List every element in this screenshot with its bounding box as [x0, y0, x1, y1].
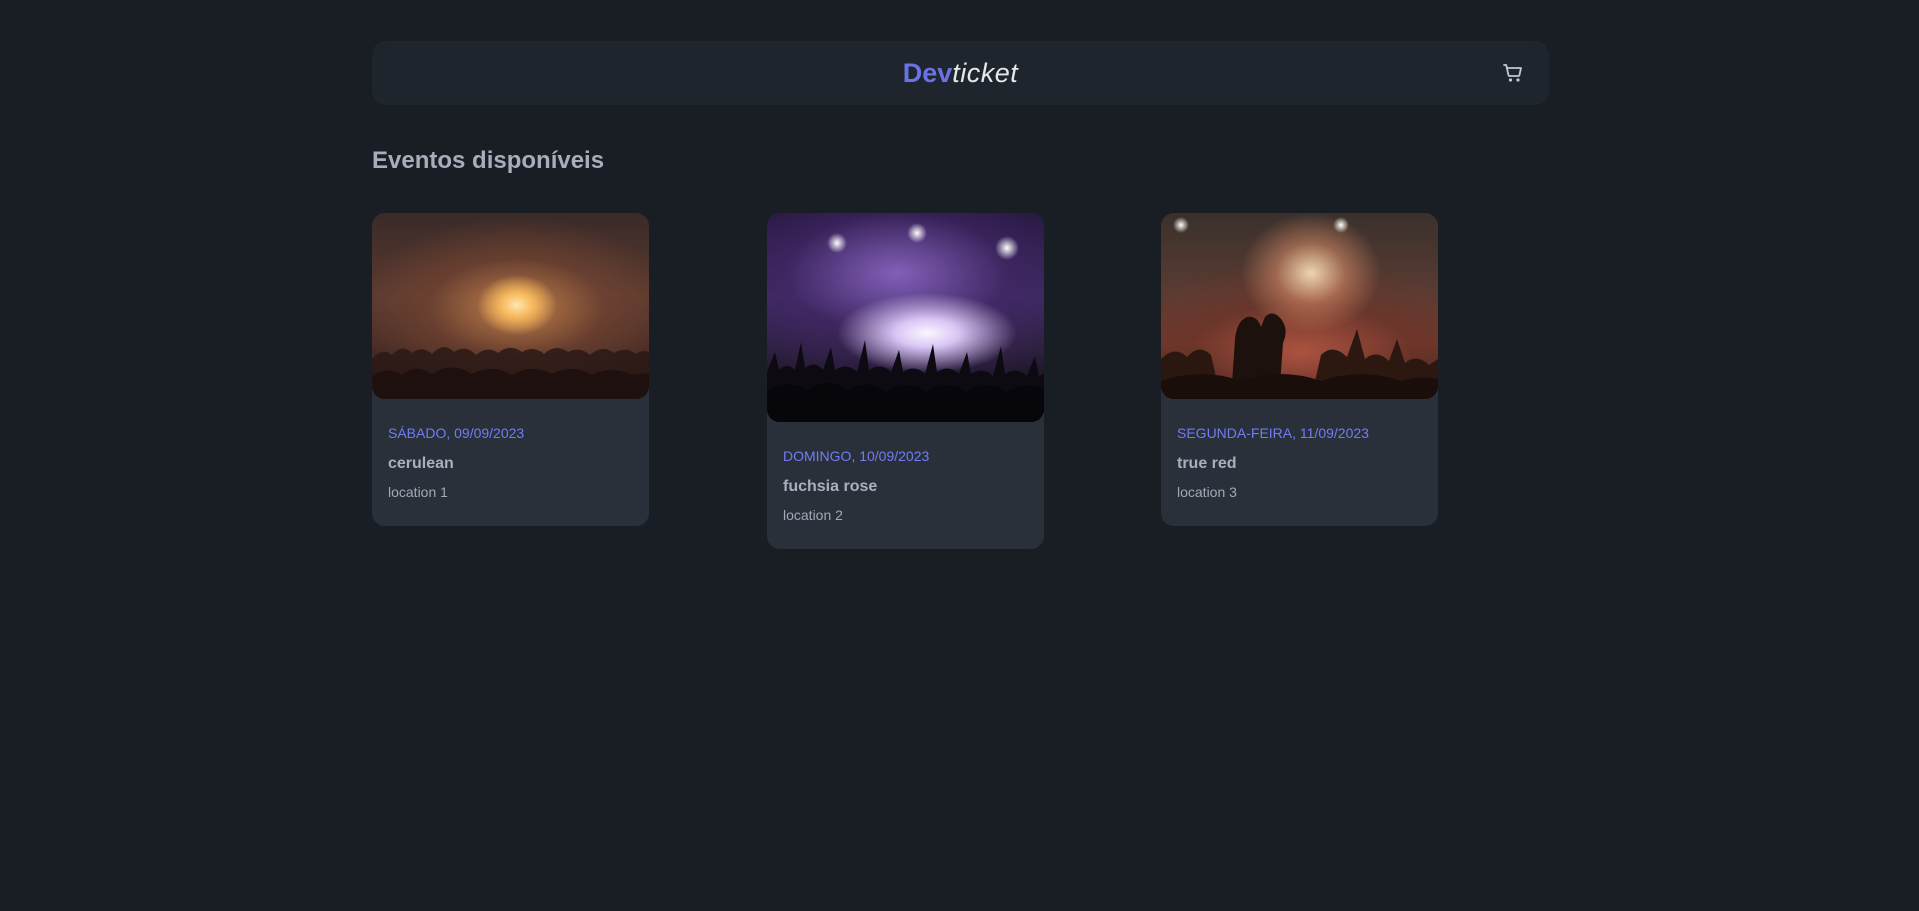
- logo-dev-text: Dev: [902, 58, 953, 88]
- event-card-body: SEGUNDA-FEIRA, 11/09/2023 true red locat…: [1161, 425, 1438, 500]
- top-navbar: Devticket: [372, 41, 1549, 105]
- event-location: location 3: [1177, 484, 1237, 500]
- event-date: SEGUNDA-FEIRA, 11/09/2023: [1177, 425, 1369, 441]
- event-card[interactable]: DOMINGO, 10/09/2023 fuchsia rose locatio…: [767, 213, 1044, 549]
- event-image: [1161, 213, 1438, 399]
- event-date: SÁBADO, 09/09/2023: [388, 425, 525, 441]
- event-name: true red: [1177, 455, 1237, 472]
- crowd-silhouette: [1161, 313, 1438, 399]
- event-location: location 1: [388, 484, 448, 500]
- event-name: cerulean: [388, 455, 454, 472]
- event-image: [372, 213, 649, 399]
- event-card-body: DOMINGO, 10/09/2023 fuchsia rose locatio…: [767, 448, 1044, 523]
- event-name: fuchsia rose: [783, 478, 878, 495]
- event-card-body: SÁBADO, 09/09/2023 cerulean location 1: [372, 425, 649, 500]
- crowd-silhouette: [767, 340, 1044, 422]
- event-date: DOMINGO, 10/09/2023: [783, 448, 930, 464]
- event-location: location 2: [783, 507, 843, 523]
- logo-ticket-text: ticket: [952, 58, 1019, 88]
- cart-button[interactable]: [1501, 61, 1525, 85]
- logo[interactable]: Devticket: [372, 57, 1549, 89]
- page-title: Eventos disponíveis: [372, 147, 605, 174]
- event-card[interactable]: SEGUNDA-FEIRA, 11/09/2023 true red locat…: [1161, 213, 1438, 526]
- event-card[interactable]: SÁBADO, 09/09/2023 cerulean location 1: [372, 213, 649, 526]
- event-image: [767, 213, 1044, 422]
- cart-icon: [1503, 64, 1522, 82]
- crowd-silhouette: [372, 346, 649, 399]
